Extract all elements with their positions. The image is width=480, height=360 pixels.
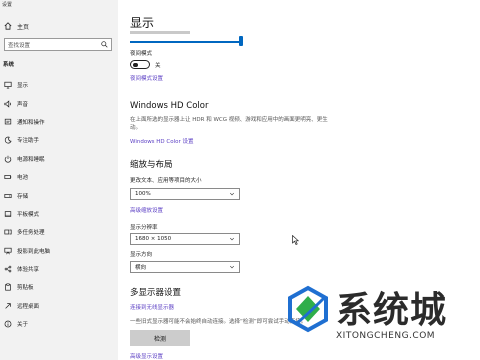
hdr-description: 在上面所选的显示器上让 HDR 和 WCG 视频、游戏和应用中的画面更明亮、更生…	[130, 117, 328, 131]
scale-value: 100%	[135, 191, 151, 197]
search-placeholder: 查找设置	[8, 42, 31, 49]
sidebar-item-battery[interactable]: 电池	[0, 168, 118, 186]
sidebar-item-shared-experiences[interactable]: 体验共享	[0, 260, 118, 278]
window-title: 设置	[2, 2, 13, 8]
sidebar-item-display[interactable]: 显示	[0, 76, 118, 94]
sidebar-item-storage[interactable]: 存储	[0, 186, 118, 204]
share-icon	[4, 265, 12, 273]
search-input[interactable]: 查找设置	[4, 38, 112, 51]
hdr-settings-link[interactable]: Windows HD Color 设置	[130, 137, 194, 145]
sidebar-item-label: 体验共享	[17, 267, 40, 274]
watermark-brand: 系统城	[336, 290, 448, 331]
sidebar: 设置 主页 查找设置 系统 显示 声音 通知和操作 专注助手 电源和睡眠 电池 …	[0, 0, 118, 360]
advanced-display-link[interactable]: 高级显示设置	[130, 352, 163, 360]
scale-layout-heading: 缩放与布局	[130, 160, 173, 170]
sidebar-item-label: 平板模式	[17, 211, 40, 218]
power-icon	[4, 155, 12, 163]
scale-label: 更改文本、应用等项目的大小	[130, 178, 202, 184]
multi-display-heading: 多显示器设置	[130, 288, 182, 298]
project-icon	[4, 247, 12, 255]
sidebar-nav: 显示 声音 通知和操作 专注助手 电源和睡眠 电池 存储 平板模式 多任务处理 …	[0, 76, 118, 333]
resolution-dropdown[interactable]: 1680 × 1050	[130, 233, 240, 245]
hdr-heading: Windows HD Color	[130, 101, 209, 111]
sidebar-item-label: 关于	[17, 322, 29, 329]
sidebar-item-label: 投影到此电脑	[17, 248, 51, 255]
storage-icon	[4, 193, 12, 198]
wireless-display-link[interactable]: 连接到无线显示器	[130, 303, 174, 311]
sidebar-item-project-to-pc[interactable]: 投影到此电脑	[0, 242, 118, 260]
sidebar-item-label: 声音	[17, 101, 29, 108]
home-label: 主页	[17, 23, 30, 31]
battery-icon	[4, 175, 12, 180]
chevron-down-icon	[229, 237, 235, 241]
orientation-label: 显示方向	[130, 252, 153, 258]
sidebar-item-focus-assist[interactable]: 专注助手	[0, 131, 118, 149]
multitask-icon	[4, 229, 12, 235]
watermark-domain: XITONGCHENG.COM	[336, 331, 436, 341]
mouse-cursor-icon	[292, 235, 299, 245]
page-title: 显示	[130, 16, 155, 30]
sidebar-item-label: 远程桌面	[17, 303, 40, 310]
night-light-state: 关	[155, 63, 161, 69]
moon-icon	[4, 137, 12, 144]
sidebar-item-tablet-mode[interactable]: 平板模式	[0, 205, 118, 223]
orientation-value: 横向	[135, 265, 147, 271]
sidebar-section-label: 系统	[3, 62, 15, 68]
detect-button[interactable]: 检测	[130, 330, 190, 346]
sidebar-item-label: 专注助手	[17, 138, 40, 145]
sidebar-item-label: 多任务处理	[17, 230, 45, 237]
speaker-icon	[4, 100, 11, 108]
sidebar-item-about[interactable]: 关于	[0, 315, 118, 333]
brightness-slider-thumb[interactable]	[239, 36, 243, 46]
remote-icon	[5, 303, 11, 309]
sidebar-item-notifications[interactable]: 通知和操作	[0, 113, 118, 131]
sidebar-item-sound[interactable]: 声音	[0, 94, 118, 112]
chevron-down-icon	[229, 192, 235, 196]
chevron-down-icon	[229, 265, 235, 269]
advanced-scaling-link[interactable]: 高级缩放设置	[130, 206, 163, 214]
sidebar-item-label: 存储	[17, 193, 29, 200]
sidebar-item-label: 电池	[17, 175, 29, 182]
search-icon	[101, 41, 108, 48]
home-icon	[4, 22, 12, 30]
sidebar-item-remote-desktop[interactable]: 远程桌面	[0, 297, 118, 315]
sidebar-item-multitasking[interactable]: 多任务处理	[0, 223, 118, 241]
resolution-value: 1680 × 1050	[135, 236, 172, 242]
sidebar-item-power-sleep[interactable]: 电源和睡眠	[0, 150, 118, 168]
night-light-label: 夜间模式	[130, 51, 153, 57]
notification-icon	[4, 118, 12, 125]
night-light-settings-link[interactable]: 夜间模式设置	[130, 74, 163, 82]
brightness-slider-track[interactable]	[130, 41, 242, 43]
sidebar-item-label: 显示	[17, 83, 29, 90]
tablet-icon	[4, 211, 12, 217]
sidebar-item-clipboard[interactable]: 剪贴板	[0, 278, 118, 296]
brightness-label-partial	[130, 31, 190, 34]
watermark-logo	[288, 285, 328, 333]
monitor-icon	[4, 82, 12, 89]
sidebar-item-label: 剪贴板	[17, 285, 34, 292]
clipboard-icon	[5, 283, 11, 292]
home-nav-item[interactable]: 主页	[4, 20, 29, 32]
info-icon	[4, 320, 12, 328]
night-light-toggle[interactable]	[130, 60, 150, 69]
resolution-label: 显示分辨率	[130, 225, 158, 231]
scale-dropdown[interactable]: 100%	[130, 188, 240, 200]
orientation-dropdown[interactable]: 横向	[130, 261, 240, 273]
sidebar-item-label: 通知和操作	[17, 119, 45, 126]
sidebar-item-label: 电源和睡眠	[17, 156, 45, 163]
